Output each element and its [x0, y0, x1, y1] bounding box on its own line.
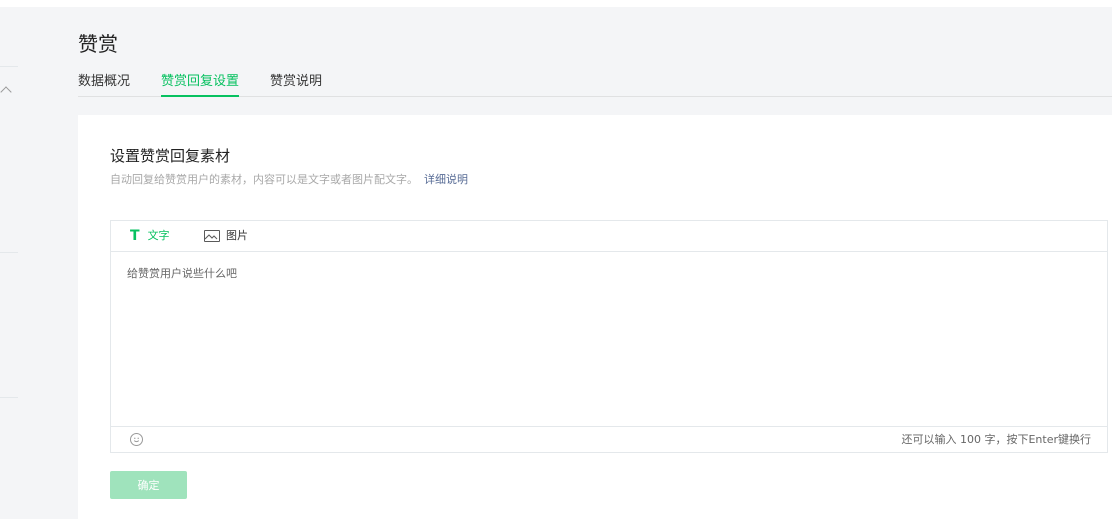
reply-editor: T 文字 图片 还可以输入 100 字，按下 [110, 220, 1108, 453]
text-T-icon: T [130, 228, 140, 244]
text-tool-label: 文字 [147, 229, 170, 242]
confirm-button[interactable]: 确定 [110, 471, 187, 499]
detail-link[interactable]: 详细说明 [424, 173, 468, 186]
sidebar-divider [0, 397, 18, 398]
card-title: 设置赞赏回复素材 [110, 147, 231, 165]
card-description: 自动回复给赞赏用户的素材，内容可以是文字或者图片配文字。 详细说明 [110, 173, 468, 187]
tab-reward-instructions[interactable]: 赞赏说明 [270, 73, 322, 95]
tab-reply-settings[interactable]: 赞赏回复设置 [161, 73, 240, 97]
image-tool-label: 图片 [226, 229, 248, 242]
sidebar-divider [0, 66, 18, 67]
image-tool-button[interactable]: 图片 [204, 229, 248, 243]
char-counter: 还可以输入 100 字，按下Enter键换行 [901, 433, 1091, 446]
editor-toolbar: T 文字 图片 [111, 221, 1107, 252]
editor-footer: 还可以输入 100 字，按下Enter键换行 [111, 426, 1107, 453]
description-text: 自动回复给赞赏用户的素材，内容可以是文字或者图片配文字。 [110, 173, 418, 186]
image-icon [204, 230, 220, 242]
tab-data-overview[interactable]: 数据概况 [78, 73, 130, 95]
settings-card: 设置赞赏回复素材 自动回复给赞赏用户的素材，内容可以是文字或者图片配文字。 详细说… [78, 115, 1112, 519]
reply-textarea[interactable] [111, 252, 1107, 426]
text-tool-button[interactable]: T 文字 [130, 229, 170, 243]
smiley-icon[interactable] [130, 433, 143, 446]
page-title: 赞赏 [78, 32, 118, 56]
sidebar-divider [0, 252, 18, 253]
tab-bar: 数据概况 赞赏回复设置 赞赏说明 [78, 73, 1112, 97]
